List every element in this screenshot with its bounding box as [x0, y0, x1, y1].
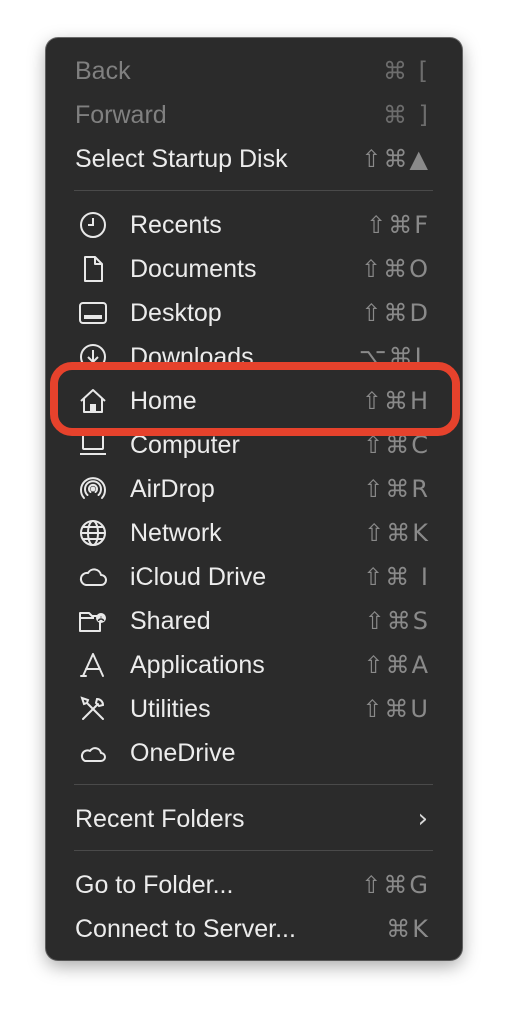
menu-item-label: Connect to Server... — [75, 915, 296, 943]
menu-item-icloud-drive[interactable]: iCloud Drive ⇧⌘ I — [46, 555, 462, 599]
shortcut-label: ⌥⌘L — [358, 343, 430, 371]
chevron-right-icon: › — [417, 804, 428, 834]
shortcut-label: ⇧⌘F — [366, 211, 430, 239]
clock-icon — [78, 210, 108, 240]
shortcut-label: ⇧⌘U — [362, 695, 430, 723]
menu-item-label: OneDrive — [130, 739, 236, 767]
utilities-icon — [78, 694, 108, 724]
menu-item-label: Computer — [130, 431, 240, 459]
menu-separator — [74, 850, 433, 851]
shortcut-label: ⌘ ] — [383, 101, 430, 129]
shortcut-label: ⇧⌘D — [361, 299, 430, 327]
menu-item-label: Go to Folder... — [75, 871, 234, 899]
menu-item-label: Network — [130, 519, 222, 547]
menu-item-label: Home — [130, 387, 197, 415]
shortcut-label: ⇧⌘G — [361, 871, 430, 899]
download-icon — [78, 342, 108, 372]
menu-item-shared[interactable]: Shared ⇧⌘S — [46, 599, 462, 643]
menu-separator — [74, 784, 433, 785]
menu-item-connect-to-server[interactable]: Connect to Server... ⌘K — [46, 907, 462, 951]
globe-icon — [78, 518, 108, 548]
menu-item-label: Documents — [130, 255, 257, 283]
shortcut-label: ⇧⌘H — [361, 387, 430, 415]
menu-item-computer[interactable]: Computer ⇧⌘C — [46, 423, 462, 467]
menu-item-network[interactable]: Network ⇧⌘K — [46, 511, 462, 555]
menu-item-applications[interactable]: Applications ⇧⌘A — [46, 643, 462, 687]
menu-item-recent-folders[interactable]: Recent Folders › — [46, 797, 462, 841]
applications-icon — [78, 650, 108, 680]
desktop-icon — [78, 298, 108, 328]
document-icon — [78, 254, 108, 284]
shortcut-label: ⇧⌘▲ — [361, 145, 430, 173]
shortcut-label: ⇧⌘S — [364, 607, 430, 635]
shortcut-label: ⇧⌘K — [364, 519, 430, 547]
menu-item-documents[interactable]: Documents ⇧⌘O — [46, 247, 462, 291]
menu-item-label: Applications — [130, 651, 265, 679]
house-icon — [78, 386, 108, 416]
menu-item-label: Utilities — [130, 695, 211, 723]
menu-item-label: Downloads — [130, 343, 254, 371]
shared-folder-icon — [78, 606, 108, 636]
airdrop-icon — [78, 474, 108, 504]
cloud-icon — [78, 562, 108, 592]
menu-item-downloads[interactable]: Downloads ⌥⌘L — [46, 335, 462, 379]
shortcut-label: ⌘ [ — [383, 57, 430, 85]
computer-icon — [78, 430, 108, 460]
shortcut-label: ⌘K — [386, 915, 430, 943]
menu-item-label: Select Startup Disk — [75, 145, 288, 173]
shortcut-label: ⇧⌘C — [363, 431, 430, 459]
menu-item-airdrop[interactable]: AirDrop ⇧⌘R — [46, 467, 462, 511]
menu-item-label: Recents — [130, 211, 222, 239]
shortcut-label: ⇧⌘A — [363, 651, 430, 679]
menu-item-back: Back ⌘ [ — [46, 49, 462, 93]
menu-item-select-startup-disk[interactable]: Select Startup Disk ⇧⌘▲ — [46, 137, 462, 181]
menu-item-go-to-folder[interactable]: Go to Folder... ⇧⌘G — [46, 863, 462, 907]
menu-item-forward: Forward ⌘ ] — [46, 93, 462, 137]
menu-separator — [74, 190, 433, 191]
menu-item-recents[interactable]: Recents ⇧⌘F — [46, 203, 462, 247]
menu-item-label: Shared — [130, 607, 211, 635]
menu-item-label: Forward — [75, 101, 167, 129]
cloud-icon — [78, 738, 108, 768]
menu-item-utilities[interactable]: Utilities ⇧⌘U — [46, 687, 462, 731]
menu-item-desktop[interactable]: Desktop ⇧⌘D — [46, 291, 462, 335]
menu-item-label: Back — [75, 57, 131, 85]
menu-item-label: iCloud Drive — [130, 563, 267, 591]
shortcut-label: ⇧⌘O — [361, 255, 430, 283]
menu-item-label: Recent Folders — [75, 805, 245, 833]
menu-item-onedrive[interactable]: OneDrive — [46, 731, 462, 775]
shortcut-label: ⇧⌘R — [363, 475, 430, 503]
go-menu: Back ⌘ [ Forward ⌘ ] Select Startup Disk… — [46, 38, 462, 960]
menu-item-home[interactable]: Home ⇧⌘H — [46, 379, 462, 423]
menu-item-label: AirDrop — [130, 475, 215, 503]
shortcut-label: ⇧⌘ I — [363, 563, 430, 591]
menu-item-label: Desktop — [130, 299, 222, 327]
